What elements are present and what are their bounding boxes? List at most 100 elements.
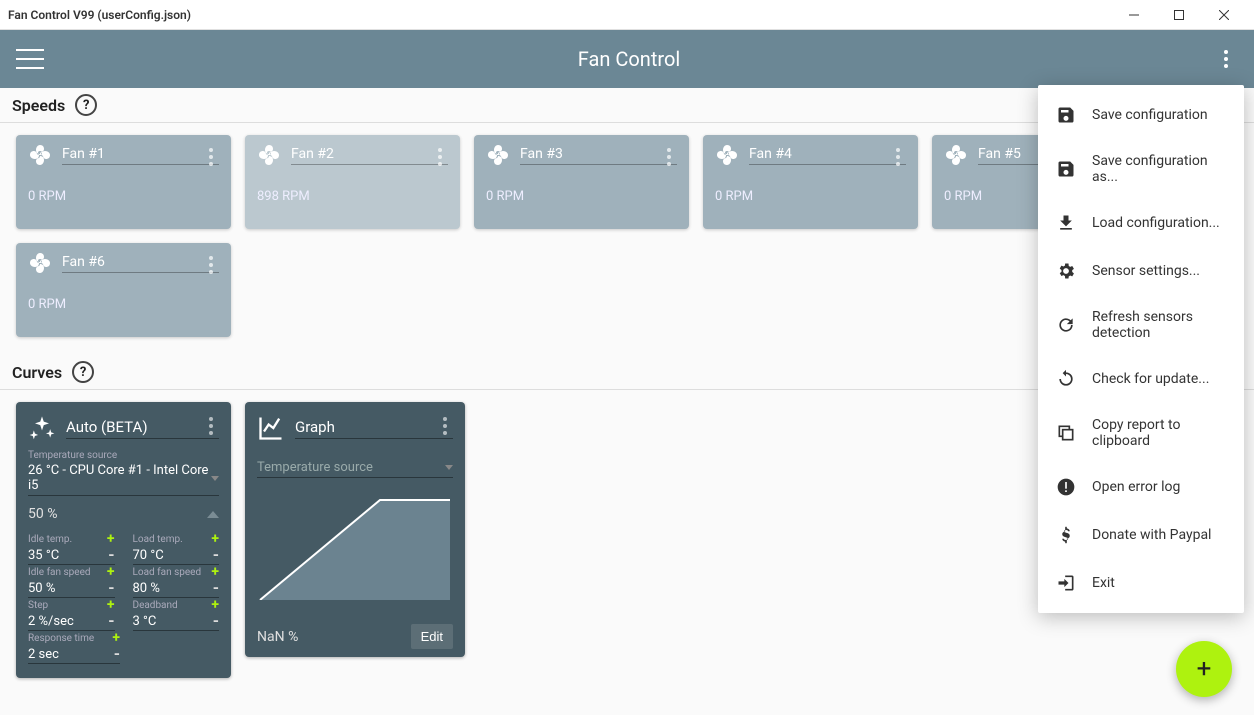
- temp-source-select[interactable]: Temperature source: [257, 458, 453, 478]
- error-icon: [1056, 477, 1076, 497]
- menu-exit[interactable]: Exit: [1038, 559, 1244, 607]
- fan-name[interactable]: Fan #1: [62, 146, 219, 165]
- plus-button[interactable]: +: [211, 598, 219, 612]
- app-bar: Fan Control: [0, 30, 1254, 88]
- menu-error-log[interactable]: Open error log: [1038, 463, 1244, 511]
- menu-save[interactable]: Save configuration: [1038, 91, 1244, 139]
- chart-line-icon: [257, 414, 285, 442]
- fan-icon: [944, 143, 968, 167]
- window-minimize-button[interactable]: [1111, 0, 1156, 30]
- plus-button[interactable]: +: [107, 532, 115, 546]
- fan-icon: [28, 143, 52, 167]
- plus-button[interactable]: +: [107, 598, 115, 612]
- minus-button[interactable]: -: [213, 613, 219, 629]
- window-close-button[interactable]: [1201, 0, 1246, 30]
- param-response: Response time+ 2 sec-: [28, 631, 120, 664]
- speeds-help-icon[interactable]: ?: [75, 94, 97, 116]
- exit-icon: [1056, 573, 1076, 593]
- menu-load[interactable]: Load configuration...: [1038, 199, 1244, 247]
- fan-name[interactable]: Fan #2: [291, 146, 448, 165]
- speed-card[interactable]: Fan #3 0 RPM: [474, 135, 689, 229]
- speed-card[interactable]: Fan #1 0 RPM: [16, 135, 231, 229]
- save-as-icon: [1056, 159, 1076, 179]
- fan-rpm: 898 RPM: [257, 189, 448, 204]
- save-icon: [1056, 105, 1076, 125]
- plus-button[interactable]: +: [211, 532, 219, 546]
- speed-card-kebab[interactable]: [886, 145, 910, 169]
- fan-icon: [715, 143, 739, 167]
- dollar-icon: [1056, 525, 1076, 545]
- param-deadband: Deadband+ 3 °C-: [133, 598, 220, 631]
- fan-icon: [486, 143, 510, 167]
- menu-donate[interactable]: Donate with Paypal: [1038, 511, 1244, 559]
- collapse-chevron-icon[interactable]: [207, 511, 219, 518]
- speed-card-kebab[interactable]: [428, 145, 452, 169]
- speed-card[interactable]: Fan #6 0 RPM: [16, 243, 231, 337]
- minus-button[interactable]: -: [108, 613, 114, 629]
- hamburger-menu-button[interactable]: [16, 49, 44, 69]
- clipboard-icon: [1056, 423, 1076, 443]
- download-icon: [1056, 213, 1076, 233]
- speed-card-kebab[interactable]: [199, 145, 223, 169]
- fan-icon: [28, 251, 52, 275]
- fan-rpm: 0 RPM: [486, 189, 677, 204]
- curve-card-kebab[interactable]: [433, 414, 457, 438]
- fan-rpm: 0 RPM: [28, 297, 219, 312]
- refresh-icon: [1056, 315, 1076, 335]
- curves-help-icon[interactable]: ?: [72, 361, 94, 383]
- graph-percent: NaN %: [257, 629, 298, 645]
- temp-source-select[interactable]: 26 °C - CPU Core #1 - Intel Core i5: [28, 461, 219, 496]
- speed-card[interactable]: Fan #4 0 RPM: [703, 135, 918, 229]
- context-menu: Save configuration Save configuration as…: [1038, 85, 1244, 613]
- curve-card-graph: Graph Temperature source NaN % Edit: [245, 402, 465, 657]
- param-load-temp: Load temp.+ 70 °C-: [133, 532, 220, 565]
- curve-graph: [257, 490, 453, 600]
- appbar-kebab-button[interactable]: [1214, 47, 1238, 71]
- fan-name[interactable]: Fan #6: [62, 254, 219, 273]
- window-titlebar: Fan Control V99 (userConfig.json): [0, 0, 1254, 30]
- param-idle-fan: Idle fan speed+ 50 %-: [28, 565, 115, 598]
- fan-rpm: 0 RPM: [28, 189, 219, 204]
- param-idle-temp: Idle temp.+ 35 °C-: [28, 532, 115, 565]
- minus-button[interactable]: -: [108, 580, 114, 596]
- param-step: Step+ 2 %/sec-: [28, 598, 115, 631]
- menu-copy-report[interactable]: Copy report to clipboard: [1038, 403, 1244, 463]
- temp-source-label: Temperature source: [28, 450, 219, 461]
- menu-save-as[interactable]: Save configuration as...: [1038, 139, 1244, 199]
- plus-button[interactable]: +: [211, 565, 219, 579]
- curve-name[interactable]: Graph: [295, 418, 453, 439]
- menu-update[interactable]: Check for update...: [1038, 355, 1244, 403]
- edit-button[interactable]: Edit: [411, 624, 453, 649]
- param-load-fan: Load fan speed+ 80 %-: [133, 565, 220, 598]
- gear-icon: [1056, 261, 1076, 281]
- dropdown-arrow-icon: [445, 465, 453, 470]
- add-fab-button[interactable]: +: [1176, 641, 1232, 697]
- sparkle-icon: [28, 414, 56, 442]
- menu-sensor-settings[interactable]: Sensor settings...: [1038, 247, 1244, 295]
- auto-percent: 50 %: [28, 506, 57, 522]
- curve-card-auto: Auto (BETA) Temperature source 26 °C - C…: [16, 402, 231, 678]
- minus-button[interactable]: -: [213, 580, 219, 596]
- speed-card-kebab[interactable]: [199, 253, 223, 277]
- speed-card[interactable]: Fan #2 898 RPM: [245, 135, 460, 229]
- curve-card-kebab[interactable]: [199, 414, 223, 438]
- window-maximize-button[interactable]: [1156, 0, 1201, 30]
- plus-button[interactable]: +: [107, 565, 115, 579]
- fan-name[interactable]: Fan #3: [520, 146, 677, 165]
- dropdown-arrow-icon: [211, 476, 219, 481]
- update-icon: [1056, 369, 1076, 389]
- app-title: Fan Control: [44, 47, 1214, 71]
- plus-button[interactable]: +: [112, 631, 120, 645]
- speed-card-kebab[interactable]: [657, 145, 681, 169]
- curve-name[interactable]: Auto (BETA): [66, 418, 219, 439]
- minus-button[interactable]: -: [213, 547, 219, 563]
- minus-button[interactable]: -: [108, 547, 114, 563]
- minus-button[interactable]: -: [114, 646, 120, 662]
- curves-section-title: Curves: [12, 363, 62, 382]
- fan-rpm: 0 RPM: [715, 189, 906, 204]
- speeds-section-title: Speeds: [12, 96, 65, 115]
- fan-icon: [257, 143, 281, 167]
- window-title: Fan Control V99 (userConfig.json): [8, 8, 1111, 22]
- menu-refresh[interactable]: Refresh sensors detection: [1038, 295, 1244, 355]
- fan-name[interactable]: Fan #4: [749, 146, 906, 165]
